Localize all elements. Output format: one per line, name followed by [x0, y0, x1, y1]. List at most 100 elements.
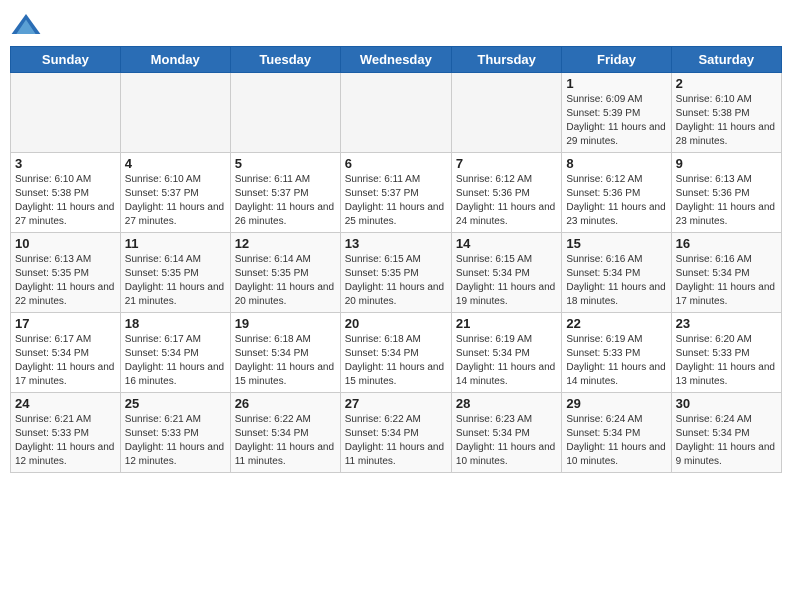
calendar-week-4: 17 Sunrise: 6:17 AM Sunset: 5:34 PM Dayli… — [11, 313, 782, 393]
day-number: 20 — [345, 316, 447, 331]
calendar-cell: 24Sunrise: 6:21 AM Sunset: 5:33 PM Dayli… — [11, 393, 121, 473]
day-number: 7 — [456, 156, 557, 171]
calendar-cell: 10 Sunrise: 6:13 AM Sunset: 5:35 PM Dayli… — [11, 233, 121, 313]
day-header-sunday: Sunday — [11, 47, 121, 73]
calendar-cell: 27 Sunrise: 6:22 AM Sunset: 5:34 PM Dayli… — [340, 393, 451, 473]
day-number: 22 — [566, 316, 666, 331]
calendar-body: 1 Sunrise: 6:09 AM Sunset: 5:39 PM Daylig… — [11, 73, 782, 473]
day-number: 6 — [345, 156, 447, 171]
day-info: Sunrise: 6:23 AM Sunset: 5:34 PM Dayligh… — [456, 413, 557, 469]
day-number: 23 — [676, 316, 777, 331]
calendar-cell: 15 Sunrise: 6:16 AM Sunset: 5:34 PM Dayli… — [562, 233, 671, 313]
day-number: 19 — [235, 316, 336, 331]
day-number: 10 — [15, 236, 116, 251]
day-number: 29 — [566, 396, 666, 411]
day-info: Sunrise: 6:16 AM Sunset: 5:34 PM Dayligh… — [566, 253, 666, 309]
calendar-cell: 18 Sunrise: 6:17 AM Sunset: 5:34 PM Dayli… — [120, 313, 230, 393]
day-number: 30 — [676, 396, 777, 411]
calendar-cell: 19 Sunrise: 6:18 AM Sunset: 5:34 PM Dayli… — [230, 313, 340, 393]
day-info: Sunrise: 6:24 AM Sunset: 5:34 PM Dayligh… — [676, 413, 777, 469]
day-number: 9 — [676, 156, 777, 171]
calendar-cell — [11, 73, 121, 153]
day-info: Sunrise: 6:13 AM Sunset: 5:35 PM Dayligh… — [15, 253, 116, 309]
calendar-cell: 28 Sunrise: 6:23 AM Sunset: 5:34 PM Dayli… — [451, 393, 561, 473]
calendar-cell: 16 Sunrise: 6:16 AM Sunset: 5:34 PM Dayli… — [671, 233, 781, 313]
day-number: 11 — [125, 236, 226, 251]
calendar-cell: 22 Sunrise: 6:19 AM Sunset: 5:33 PM Dayli… — [562, 313, 671, 393]
calendar-cell: 17 Sunrise: 6:17 AM Sunset: 5:34 PM Dayli… — [11, 313, 121, 393]
calendar-week-5: 24Sunrise: 6:21 AM Sunset: 5:33 PM Dayli… — [11, 393, 782, 473]
calendar-cell: 30 Sunrise: 6:24 AM Sunset: 5:34 PM Dayli… — [671, 393, 781, 473]
calendar-cell — [230, 73, 340, 153]
day-number: 12 — [235, 236, 336, 251]
calendar-cell: 14Sunrise: 6:15 AM Sunset: 5:34 PM Dayli… — [451, 233, 561, 313]
day-info: Sunrise: 6:22 AM Sunset: 5:34 PM Dayligh… — [345, 413, 447, 469]
day-number: 1 — [566, 76, 666, 91]
day-number: 15 — [566, 236, 666, 251]
day-number: 26 — [235, 396, 336, 411]
calendar-cell: 1 Sunrise: 6:09 AM Sunset: 5:39 PM Daylig… — [562, 73, 671, 153]
day-number: 8 — [566, 156, 666, 171]
day-number: 28 — [456, 396, 557, 411]
calendar-cell: 29 Sunrise: 6:24 AM Sunset: 5:34 PM Dayli… — [562, 393, 671, 473]
calendar-cell: 12 Sunrise: 6:14 AM Sunset: 5:35 PM Dayli… — [230, 233, 340, 313]
calendar-week-3: 10 Sunrise: 6:13 AM Sunset: 5:35 PM Dayli… — [11, 233, 782, 313]
day-info: Sunrise: 6:11 AM Sunset: 5:37 PM Dayligh… — [235, 173, 336, 229]
logo-icon — [10, 10, 42, 42]
calendar-cell: 25 Sunrise: 6:21 AM Sunset: 5:33 PM Dayli… — [120, 393, 230, 473]
day-number: 5 — [235, 156, 336, 171]
calendar-cell: 13 Sunrise: 6:15 AM Sunset: 5:35 PM Dayli… — [340, 233, 451, 313]
calendar-cell: 7 Sunrise: 6:12 AM Sunset: 5:36 PM Daylig… — [451, 153, 561, 233]
day-info: Sunrise: 6:14 AM Sunset: 5:35 PM Dayligh… — [125, 253, 226, 309]
day-info: Sunrise: 6:13 AM Sunset: 5:36 PM Dayligh… — [676, 173, 777, 229]
day-info: Sunrise: 6:17 AM Sunset: 5:34 PM Dayligh… — [125, 333, 226, 389]
day-info: Sunrise: 6:11 AM Sunset: 5:37 PM Dayligh… — [345, 173, 447, 229]
day-info: Sunrise: 6:10 AM Sunset: 5:38 PM Dayligh… — [676, 93, 777, 149]
day-number: 16 — [676, 236, 777, 251]
day-info: Sunrise: 6:12 AM Sunset: 5:36 PM Dayligh… — [566, 173, 666, 229]
day-header-wednesday: Wednesday — [340, 47, 451, 73]
day-info: Sunrise: 6:10 AM Sunset: 5:38 PM Dayligh… — [15, 173, 116, 229]
day-info: Sunrise: 6:17 AM Sunset: 5:34 PM Dayligh… — [15, 333, 116, 389]
calendar-cell: 26Sunrise: 6:22 AM Sunset: 5:34 PM Dayli… — [230, 393, 340, 473]
calendar-cell: 21Sunrise: 6:19 AM Sunset: 5:34 PM Dayli… — [451, 313, 561, 393]
day-number: 18 — [125, 316, 226, 331]
day-info: Sunrise: 6:18 AM Sunset: 5:34 PM Dayligh… — [345, 333, 447, 389]
calendar-week-1: 1 Sunrise: 6:09 AM Sunset: 5:39 PM Daylig… — [11, 73, 782, 153]
calendar-cell: 4 Sunrise: 6:10 AM Sunset: 5:37 PM Daylig… — [120, 153, 230, 233]
calendar-header: SundayMondayTuesdayWednesdayThursdayFrid… — [11, 47, 782, 73]
day-header-friday: Friday — [562, 47, 671, 73]
day-info: Sunrise: 6:15 AM Sunset: 5:35 PM Dayligh… — [345, 253, 447, 309]
day-info: Sunrise: 6:12 AM Sunset: 5:36 PM Dayligh… — [456, 173, 557, 229]
day-info: Sunrise: 6:19 AM Sunset: 5:33 PM Dayligh… — [566, 333, 666, 389]
calendar-cell: 2 Sunrise: 6:10 AM Sunset: 5:38 PM Daylig… — [671, 73, 781, 153]
calendar-cell — [120, 73, 230, 153]
day-header-thursday: Thursday — [451, 47, 561, 73]
calendar-cell: 20 Sunrise: 6:18 AM Sunset: 5:34 PM Dayli… — [340, 313, 451, 393]
day-info: Sunrise: 6:20 AM Sunset: 5:33 PM Dayligh… — [676, 333, 777, 389]
day-info: Sunrise: 6:18 AM Sunset: 5:34 PM Dayligh… — [235, 333, 336, 389]
day-number: 25 — [125, 396, 226, 411]
calendar-cell — [340, 73, 451, 153]
day-info: Sunrise: 6:15 AM Sunset: 5:34 PM Dayligh… — [456, 253, 557, 309]
day-info: Sunrise: 6:19 AM Sunset: 5:34 PM Dayligh… — [456, 333, 557, 389]
day-info: Sunrise: 6:16 AM Sunset: 5:34 PM Dayligh… — [676, 253, 777, 309]
day-number: 27 — [345, 396, 447, 411]
day-info: Sunrise: 6:14 AM Sunset: 5:35 PM Dayligh… — [235, 253, 336, 309]
day-info: Sunrise: 6:09 AM Sunset: 5:39 PM Dayligh… — [566, 93, 666, 149]
day-number: 4 — [125, 156, 226, 171]
day-number: 13 — [345, 236, 447, 251]
calendar-week-2: 3 Sunrise: 6:10 AM Sunset: 5:38 PM Daylig… — [11, 153, 782, 233]
day-info: Sunrise: 6:10 AM Sunset: 5:37 PM Dayligh… — [125, 173, 226, 229]
calendar-cell: 5 Sunrise: 6:11 AM Sunset: 5:37 PM Daylig… — [230, 153, 340, 233]
day-header-saturday: Saturday — [671, 47, 781, 73]
day-info: Sunrise: 6:21 AM Sunset: 5:33 PM Dayligh… — [125, 413, 226, 469]
day-number: 17 — [15, 316, 116, 331]
day-info: Sunrise: 6:21 AM Sunset: 5:33 PM Dayligh… — [15, 413, 116, 469]
calendar-cell: 23 Sunrise: 6:20 AM Sunset: 5:33 PM Dayli… — [671, 313, 781, 393]
calendar-cell: 3 Sunrise: 6:10 AM Sunset: 5:38 PM Daylig… — [11, 153, 121, 233]
calendar-cell: 11 Sunrise: 6:14 AM Sunset: 5:35 PM Dayli… — [120, 233, 230, 313]
day-number: 2 — [676, 76, 777, 91]
day-number: 3 — [15, 156, 116, 171]
day-info: Sunrise: 6:24 AM Sunset: 5:34 PM Dayligh… — [566, 413, 666, 469]
